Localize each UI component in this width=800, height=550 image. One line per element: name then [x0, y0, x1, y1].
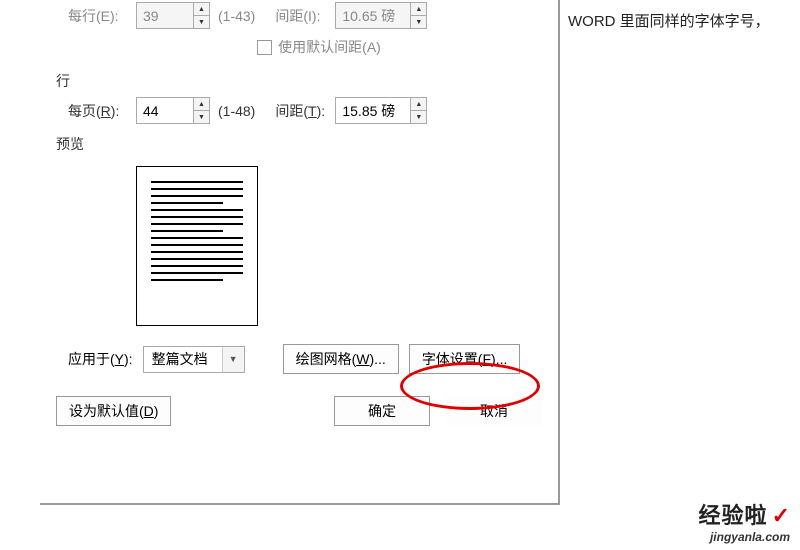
chevron-up-icon[interactable]: ▲ [194, 3, 209, 16]
watermark-url: jingyanla.com [699, 530, 790, 544]
section-row: 行 [40, 69, 558, 97]
footer-row: 应用于(Y): ▼ 绘图网格(W)... 字体设置(F)... [40, 326, 558, 374]
preview-box [136, 166, 258, 326]
caption-text: WORD 里面同样的字体字号， [568, 10, 770, 31]
per-page-spinner[interactable]: ▲▼ [136, 97, 210, 124]
ok-button[interactable]: 确定 [334, 396, 430, 426]
per-line-spinner[interactable]: ▲▼ [136, 2, 210, 29]
chevron-down-icon[interactable]: ▼ [222, 347, 244, 372]
spacing-i-spinner[interactable]: ▲▼ [335, 2, 427, 29]
drawing-grid-button[interactable]: 绘图网格(W)... [283, 344, 399, 374]
default-spacing-label: 使用默认间距(A) [278, 37, 381, 57]
spinner-buttons[interactable]: ▲▼ [193, 3, 209, 28]
spacing-t-input[interactable] [336, 98, 410, 123]
chevron-up-icon[interactable]: ▲ [194, 98, 209, 111]
per-page-hint: (1-48) [218, 103, 255, 119]
spinner-buttons[interactable]: ▲▼ [410, 98, 426, 123]
watermark: 经验啦✓ jingyanla.com [699, 498, 790, 544]
apply-to-input[interactable] [144, 349, 222, 369]
apply-to-label: 应用于(Y): [68, 349, 133, 369]
font-settings-button[interactable]: 字体设置(F)... [409, 344, 521, 374]
chevron-down-icon[interactable]: ▼ [411, 111, 426, 123]
spinner-buttons[interactable]: ▲▼ [410, 3, 426, 28]
chevron-up-icon[interactable]: ▲ [411, 3, 426, 16]
spacing-t-label: 间距(T): [275, 101, 329, 121]
apply-to-combo[interactable]: ▼ [143, 346, 245, 373]
chevron-down-icon[interactable]: ▼ [194, 16, 209, 28]
check-icon: ✓ [772, 503, 790, 528]
cancel-button[interactable]: 取消 [446, 396, 542, 426]
watermark-brand: 经验啦 [699, 503, 768, 528]
bottom-bar: 设为默认值(D) 确定 取消 [40, 374, 558, 426]
page-setup-dialog: 每行(E): ▲▼ (1-43) 间距(I): ▲▼ 使用默认间距(A) 行 每… [40, 0, 560, 505]
per-line-row: 每行(E): ▲▼ (1-43) 间距(I): ▲▼ [40, 2, 558, 29]
set-default-button[interactable]: 设为默认值(D) [56, 396, 171, 426]
spacing-t-spinner[interactable]: ▲▼ [335, 97, 427, 124]
chevron-down-icon[interactable]: ▼ [411, 16, 426, 28]
per-line-hint: (1-43) [218, 8, 255, 24]
per-line-input[interactable] [137, 3, 193, 28]
spacing-i-label: 间距(I): [275, 6, 329, 26]
default-spacing-checkbox[interactable] [257, 40, 272, 55]
spacing-i-input[interactable] [336, 3, 410, 28]
preview-title: 预览 [40, 132, 558, 160]
chevron-up-icon[interactable]: ▲ [411, 98, 426, 111]
per-page-input[interactable] [137, 98, 193, 123]
per-page-label: 每页(R): [68, 101, 130, 121]
spinner-buttons[interactable]: ▲▼ [193, 98, 209, 123]
per-line-label: 每行(E): [68, 6, 130, 26]
default-spacing-row: 使用默认间距(A) [40, 37, 558, 57]
chevron-down-icon[interactable]: ▼ [194, 111, 209, 123]
per-page-row: 每页(R): ▲▼ (1-48) 间距(T): ▲▼ [40, 97, 558, 124]
